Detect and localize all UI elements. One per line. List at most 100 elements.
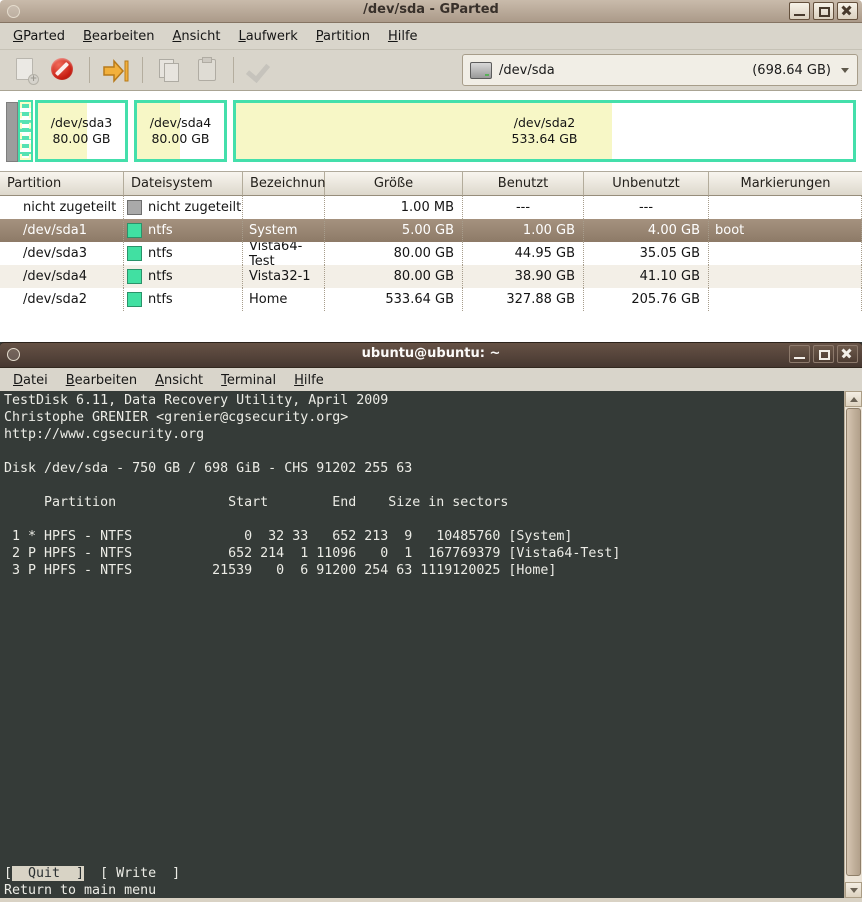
cell-partition: /dev/sda4 bbox=[0, 265, 124, 288]
cell-filesystem: ntfs bbox=[148, 246, 173, 261]
gparted-titlebar[interactable]: /dev/sda - GParted bbox=[0, 0, 862, 23]
new-partition-icon[interactable]: + bbox=[10, 55, 40, 85]
testdisk-status-text: Return to main menu bbox=[4, 883, 157, 898]
menu-datei[interactable]: Datei bbox=[4, 369, 57, 392]
column-header-unbenutzt[interactable]: Unbenutzt bbox=[584, 172, 709, 196]
column-header-markierungen[interactable]: Markierungen bbox=[709, 172, 862, 196]
visual-device-label: /dev/sda3 bbox=[50, 115, 113, 130]
visual-sda3[interactable]: /dev/sda3 80.00 GB bbox=[35, 100, 128, 162]
visual-size-label: 80.00 GB bbox=[151, 131, 210, 146]
filesystem-swatch-ntfs bbox=[127, 246, 142, 261]
scroll-up-icon[interactable] bbox=[845, 391, 862, 407]
terminal-titlebar[interactable]: ubuntu@ubuntu: ~ bbox=[0, 342, 862, 368]
scroll-down-icon[interactable] bbox=[845, 882, 862, 898]
cell-label: Home bbox=[243, 288, 325, 311]
column-header-dateisystem[interactable]: Dateisystem bbox=[124, 172, 243, 196]
device-path: /dev/sda bbox=[499, 62, 555, 78]
filesystem-swatch-ntfs bbox=[127, 269, 142, 284]
minimize-button[interactable] bbox=[789, 345, 810, 363]
menu-hilfe[interactable]: Hilfe bbox=[285, 369, 333, 392]
column-header-bezeichnung[interactable]: Bezeichnung bbox=[243, 172, 334, 196]
filesystem-swatch-unallocated bbox=[127, 200, 142, 215]
table-row-sda4[interactable]: /dev/sda4 ntfs Vista32-1 80.00 GB 38.90 … bbox=[0, 265, 862, 288]
column-header-benutzt[interactable]: Benutzt bbox=[463, 172, 584, 196]
cell-filesystem: ntfs bbox=[148, 269, 173, 284]
cell-unused: --- bbox=[584, 196, 709, 219]
cell-label: System bbox=[243, 219, 325, 242]
close-button[interactable] bbox=[837, 2, 858, 20]
cell-unused: 205.76 GB bbox=[584, 288, 709, 311]
cell-label bbox=[243, 196, 325, 219]
toolbar-separator bbox=[142, 57, 143, 83]
filesystem-swatch-ntfs bbox=[127, 223, 142, 238]
cell-used: 38.90 GB bbox=[463, 265, 584, 288]
cell-unused: 41.10 GB bbox=[584, 265, 709, 288]
table-header: Partition Dateisystem Bezeichnung Größe … bbox=[0, 172, 862, 196]
testdisk-menu-line: [ Quit ] [ Write ] bbox=[4, 865, 180, 882]
paste-icon[interactable] bbox=[192, 55, 222, 85]
visual-unallocated[interactable] bbox=[6, 102, 18, 162]
column-header-partition[interactable]: Partition bbox=[0, 172, 124, 196]
gparted-window: /dev/sda - GParted GParted Bearbeiten An… bbox=[0, 0, 862, 346]
table-row-sda3[interactable]: /dev/sda3 ntfs Vista64-Test 80.00 GB 44.… bbox=[0, 242, 862, 265]
column-header-groesse[interactable]: Größe bbox=[325, 172, 463, 196]
cell-size: 80.00 GB bbox=[325, 265, 463, 288]
cell-flags bbox=[709, 288, 862, 311]
cell-partition: /dev/sda3 bbox=[0, 242, 124, 265]
cell-used: 327.88 GB bbox=[463, 288, 584, 311]
terminal-output: TestDisk 6.11, Data Recovery Utility, Ap… bbox=[4, 393, 621, 578]
gparted-menubar: GParted Bearbeiten Ansicht Laufwerk Part… bbox=[0, 23, 862, 50]
cell-unused: 4.00 GB bbox=[584, 219, 709, 242]
visual-sda1-selected[interactable] bbox=[18, 100, 33, 162]
maximize-button[interactable] bbox=[813, 345, 834, 363]
menu-gparted[interactable]: GParted bbox=[4, 25, 74, 48]
menu-hilfe[interactable]: Hilfe bbox=[379, 25, 427, 48]
cell-used: 44.95 GB bbox=[463, 242, 584, 265]
visual-sda4[interactable]: /dev/sda4 80.00 GB bbox=[134, 100, 227, 162]
close-button[interactable] bbox=[837, 345, 858, 363]
menu-partition[interactable]: Partition bbox=[307, 25, 379, 48]
toolbar-separator bbox=[233, 57, 234, 83]
cell-partition: /dev/sda2 bbox=[0, 288, 124, 311]
apply-icon[interactable] bbox=[245, 55, 275, 85]
cell-label: Vista64-Test bbox=[243, 242, 325, 265]
menu-laufwerk[interactable]: Laufwerk bbox=[229, 25, 306, 48]
table-row-sda1-selected[interactable]: /dev/sda1 ntfs System 5.00 GB 1.00 GB 4.… bbox=[0, 219, 862, 242]
menu-bearbeiten[interactable]: Bearbeiten bbox=[74, 25, 163, 48]
visual-device-label: /dev/sda4 bbox=[149, 115, 212, 130]
resize-move-icon[interactable] bbox=[101, 55, 131, 85]
write-option[interactable]: [ Write ] bbox=[84, 866, 180, 881]
maximize-button[interactable] bbox=[813, 2, 834, 20]
gparted-toolbar: + /dev/sda (698.64 GB) bbox=[0, 50, 862, 91]
menu-terminal[interactable]: Terminal bbox=[212, 369, 285, 392]
menu-bearbeiten[interactable]: Bearbeiten bbox=[57, 369, 146, 392]
terminal-scrollbar[interactable] bbox=[844, 391, 862, 898]
cell-flags bbox=[709, 265, 862, 288]
menu-ansicht[interactable]: Ansicht bbox=[163, 25, 229, 48]
table-row-sda2[interactable]: /dev/sda2 ntfs Home 533.64 GB 327.88 GB … bbox=[0, 288, 862, 311]
cell-size: 533.64 GB bbox=[325, 288, 463, 311]
device-selector[interactable]: /dev/sda (698.64 GB) bbox=[462, 54, 858, 86]
menu-ansicht[interactable]: Ansicht bbox=[146, 369, 212, 392]
cell-flags bbox=[709, 242, 862, 265]
delete-partition-icon[interactable] bbox=[48, 55, 78, 85]
cell-size: 80.00 GB bbox=[325, 242, 463, 265]
cell-partition: nicht zugeteilt bbox=[0, 196, 124, 219]
copy-icon[interactable] bbox=[154, 55, 184, 85]
terminal-menubar: Datei Bearbeiten Ansicht Terminal Hilfe bbox=[0, 368, 862, 393]
cell-size: 1.00 MB bbox=[325, 196, 463, 219]
partition-visual-bar: /dev/sda3 80.00 GB /dev/sda4 80.00 GB /d… bbox=[0, 91, 862, 172]
bracket: [ bbox=[4, 866, 13, 881]
device-size: (698.64 GB) bbox=[752, 62, 831, 78]
cell-size: 5.00 GB bbox=[325, 219, 463, 242]
cell-filesystem: nicht zugeteilt bbox=[148, 200, 242, 215]
quit-option-selected[interactable]: Quit ] bbox=[12, 866, 85, 881]
chevron-down-icon bbox=[841, 67, 849, 73]
table-row-unallocated[interactable]: nicht zugeteilt nicht zugeteilt 1.00 MB … bbox=[0, 196, 862, 219]
minimize-button[interactable] bbox=[789, 2, 810, 20]
cell-used: --- bbox=[463, 196, 584, 219]
terminal-content[interactable]: TestDisk 6.11, Data Recovery Utility, Ap… bbox=[0, 391, 862, 898]
visual-sda2[interactable]: /dev/sda2 533.64 GB bbox=[233, 100, 856, 162]
filesystem-swatch-ntfs bbox=[127, 292, 142, 307]
scrollbar-thumb[interactable] bbox=[846, 408, 861, 876]
